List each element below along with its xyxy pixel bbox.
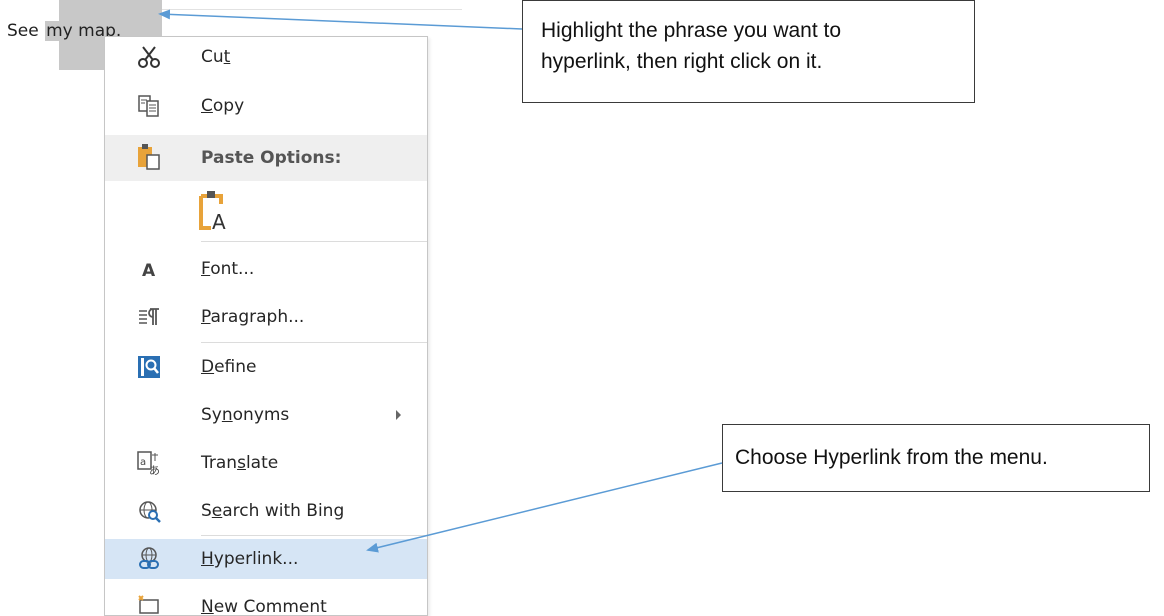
callout-arrows — [158, 9, 723, 553]
arrow-to-hyperlink — [366, 462, 723, 553]
arrow-to-selection — [158, 9, 523, 30]
menu-item-label: New Comment — [201, 597, 327, 616]
